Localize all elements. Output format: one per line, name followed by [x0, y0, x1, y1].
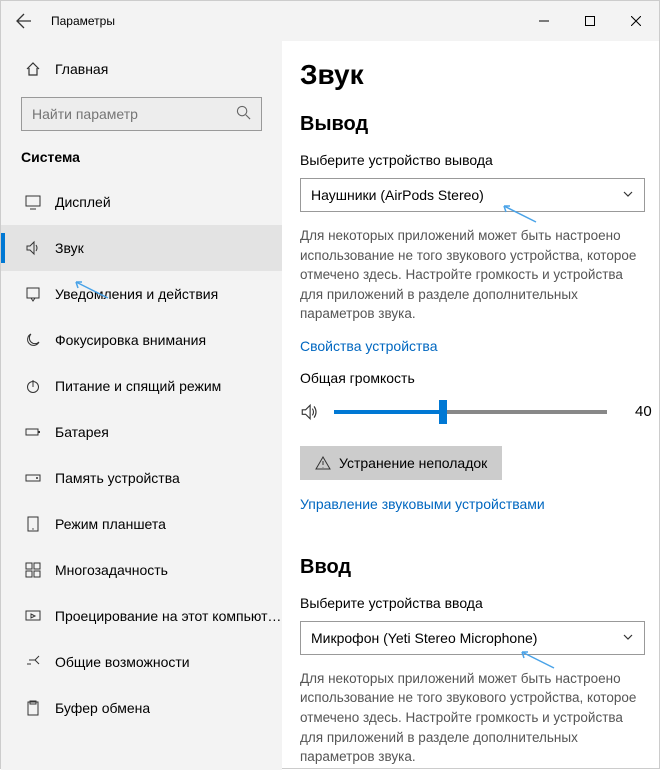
- page-title: Звук: [300, 59, 641, 91]
- nav-clipboard[interactable]: Буфер обмена: [1, 685, 282, 731]
- clipboard-icon: [21, 700, 45, 716]
- search-icon: [236, 105, 251, 123]
- search-input[interactable]: [32, 106, 236, 122]
- sidebar: Главная Система Дисплей Звук Уведомления…: [1, 41, 282, 770]
- output-device-dropdown[interactable]: Наушники (AirPods Stereo): [300, 178, 645, 212]
- focus-icon: [21, 332, 45, 348]
- input-help-text: Для некоторых приложений может быть наст…: [300, 669, 645, 767]
- volume-label: Общая громкость: [300, 370, 645, 386]
- tablet-icon: [21, 516, 45, 532]
- maximize-icon: [585, 16, 595, 26]
- volume-slider-row: 40: [300, 396, 645, 428]
- volume-icon[interactable]: [300, 403, 326, 421]
- nav-shared[interactable]: Общие возможности: [1, 639, 282, 685]
- nav-display[interactable]: Дисплей: [1, 179, 282, 225]
- close-button[interactable]: [613, 1, 659, 41]
- device-properties-link[interactable]: Свойства устройства: [300, 338, 438, 354]
- category-header: Система: [1, 149, 282, 179]
- sound-icon: [21, 240, 45, 256]
- home-label: Главная: [45, 61, 108, 77]
- chevron-down-icon: [622, 187, 634, 203]
- chevron-down-icon: [622, 630, 634, 646]
- input-device-label: Выберите устройства ввода: [300, 595, 641, 611]
- minimize-button[interactable]: [521, 1, 567, 41]
- nav-sound[interactable]: Звук: [1, 225, 282, 271]
- storage-icon: [21, 470, 45, 486]
- nav-focus[interactable]: Фокусировка внимания: [1, 317, 282, 363]
- close-icon: [631, 16, 641, 26]
- display-icon: [21, 194, 45, 210]
- slider-fill: [334, 410, 443, 414]
- back-button[interactable]: [1, 1, 47, 41]
- volume-slider[interactable]: [334, 410, 607, 414]
- output-section: Вывод Выберите устройство вывода Наушник…: [300, 113, 641, 528]
- input-device-value: Микрофон (Yeti Stereo Microphone): [311, 630, 537, 646]
- output-device-label: Выберите устройство вывода: [300, 152, 641, 168]
- manage-devices-link[interactable]: Управление звуковыми устройствами: [300, 496, 545, 512]
- nav-storage[interactable]: Память устройства: [1, 455, 282, 501]
- home-button[interactable]: Главная: [1, 49, 282, 89]
- arrow-left-icon: [16, 13, 32, 29]
- troubleshoot-label: Устранение неполадок: [339, 455, 487, 471]
- volume-value: 40: [615, 403, 645, 420]
- nav-multitask[interactable]: Многозадачность: [1, 547, 282, 593]
- nav-notifications[interactable]: Уведомления и действия: [1, 271, 282, 317]
- slider-thumb[interactable]: [439, 400, 447, 424]
- battery-icon: [21, 424, 45, 440]
- output-help-text: Для некоторых приложений может быть наст…: [300, 226, 645, 324]
- nav-tablet[interactable]: Режим планшета: [1, 501, 282, 547]
- troubleshoot-button[interactable]: Устранение неполадок: [300, 446, 502, 480]
- minimize-icon: [539, 16, 549, 26]
- input-heading: Ввод: [300, 556, 641, 579]
- titlebar: Параметры: [1, 1, 659, 41]
- content-pane: Звук Вывод Выберите устройство вывода На…: [282, 41, 659, 770]
- input-section: Ввод Выберите устройства ввода Микрофон …: [300, 556, 641, 767]
- window-title: Параметры: [47, 14, 521, 28]
- multitask-icon: [21, 562, 45, 578]
- home-icon: [21, 61, 45, 77]
- output-heading: Вывод: [300, 113, 641, 136]
- nav-project[interactable]: Проецирование на этот компьютер: [1, 593, 282, 639]
- output-device-value: Наушники (AirPods Stereo): [311, 187, 484, 203]
- nav-battery[interactable]: Батарея: [1, 409, 282, 455]
- search-box[interactable]: [21, 97, 262, 131]
- power-icon: [21, 378, 45, 394]
- notifications-icon: [21, 286, 45, 302]
- shared-icon: [21, 654, 45, 670]
- project-icon: [21, 608, 45, 624]
- warning-icon: [315, 455, 331, 471]
- maximize-button[interactable]: [567, 1, 613, 41]
- input-device-dropdown[interactable]: Микрофон (Yeti Stereo Microphone): [300, 621, 645, 655]
- nav-power[interactable]: Питание и спящий режим: [1, 363, 282, 409]
